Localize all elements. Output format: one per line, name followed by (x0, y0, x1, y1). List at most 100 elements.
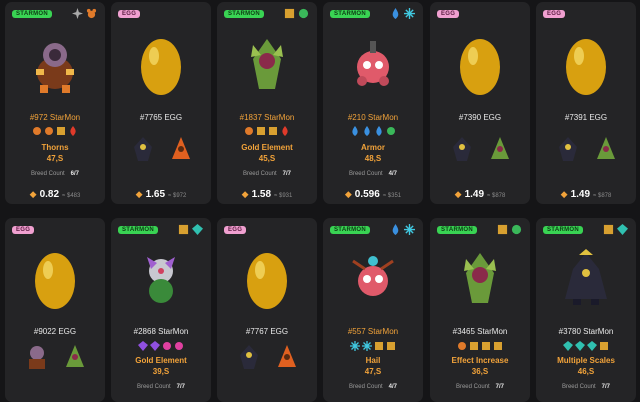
parents (217, 343, 317, 371)
fire-icon (70, 126, 76, 136)
water-icon (392, 224, 399, 235)
type-badge: EGG (543, 10, 566, 18)
parent-image (172, 137, 190, 159)
gene-chips (5, 126, 105, 136)
gem-icon (192, 224, 203, 235)
monster-image (323, 244, 423, 314)
parent-image (66, 345, 84, 367)
leaf-icon (511, 224, 522, 235)
breed-count: Breed Count 4/7 (348, 171, 398, 177)
cube-icon (603, 224, 614, 235)
listing-card[interactable]: STARMON #972 StarMon Thorns 47,S Breed C… (5, 2, 105, 204)
parent-image (29, 346, 45, 369)
gene-chips (217, 126, 317, 136)
element-icons (390, 8, 415, 19)
listing-card[interactable]: EGG #7390 EGG ◆ 1.49 ≈ $878 (430, 2, 530, 204)
gene-chips (111, 341, 211, 351)
beast-icon (45, 127, 53, 135)
gem-icon (150, 341, 160, 351)
monster-image (430, 244, 530, 314)
egg-image (430, 30, 530, 100)
cube-icon (600, 342, 608, 350)
cube-icon (57, 127, 65, 135)
listing-title: #1837 StarMon (239, 113, 295, 122)
price: ◆ 0.596 ≈ $351 (344, 189, 402, 200)
type-badge: STARMON (330, 226, 370, 234)
cube-icon (387, 342, 395, 350)
token-icon: ◆ (135, 189, 143, 199)
breed-count: Breed Count 6/7 (30, 171, 80, 177)
price: ◆ 1.58 ≈ $931 (241, 189, 293, 200)
token-icon: ◆ (560, 189, 568, 199)
listing-card[interactable]: STARMON #2868 StarMon Gold Element 39,S … (111, 218, 211, 402)
breed-count: Breed Count 7/7 (455, 384, 505, 390)
element-icons (390, 224, 415, 235)
egg-image (536, 30, 636, 100)
leaf-icon (387, 127, 395, 135)
type-badge: STARMON (437, 226, 477, 234)
token-icon: ◆ (454, 189, 462, 199)
cube-icon (178, 224, 189, 235)
type-badge: STARMON (543, 226, 583, 234)
breed-count: Breed Count 7/7 (561, 384, 611, 390)
gene-chips (323, 126, 423, 136)
listing-card[interactable]: STARMON #557 StarMon Hail 47,S Breed Cou… (323, 218, 423, 402)
cube-icon (494, 342, 502, 350)
breed-count: Breed Count 7/7 (242, 171, 292, 177)
flower-icon (175, 342, 183, 350)
water-icon (376, 126, 382, 136)
listing-card[interactable]: STARMON #1837 StarMon Gold Element 45,S … (217, 2, 317, 204)
type-badge: EGG (224, 226, 247, 234)
element-icons (72, 8, 97, 19)
type-badge: STARMON (330, 10, 370, 18)
speed-value: 39,S (152, 367, 170, 376)
monster-image (111, 244, 211, 314)
speed-value: 36,S (471, 367, 489, 376)
listing-card[interactable]: EGG #9022 EGG (5, 218, 105, 402)
listing-title: #7390 EGG (458, 113, 502, 122)
parents (536, 135, 636, 163)
parent-image (134, 137, 152, 161)
water-icon (352, 126, 358, 136)
parents (430, 135, 530, 163)
ability-name: Effect Increase (451, 356, 509, 365)
listing-title: #3780 StarMon (558, 327, 614, 336)
gene-chips (536, 341, 636, 351)
gem-icon (563, 341, 573, 351)
listing-card[interactable]: EGG #7765 EGG ◆ 1.65 ≈ $972 (111, 2, 211, 204)
listing-title: #2868 StarMon (133, 327, 189, 336)
cube-icon (375, 342, 383, 350)
type-badge: STARMON (12, 10, 52, 18)
breed-count: Breed Count 4/7 (348, 384, 398, 390)
listing-card[interactable]: EGG #7767 EGG (217, 218, 317, 402)
water-icon (392, 8, 399, 19)
star-icon (72, 8, 83, 19)
monster-image (217, 30, 317, 100)
parent-image (453, 137, 471, 161)
token-icon: ◆ (29, 189, 37, 199)
snow-icon (404, 224, 415, 235)
speed-value: 45,S (258, 154, 276, 163)
monster-image (536, 244, 636, 314)
monster-image (323, 30, 423, 100)
parents (5, 343, 105, 371)
parent-image (491, 137, 509, 159)
listing-card[interactable]: EGG #7391 EGG ◆ 1.49 ≈ $878 (536, 2, 636, 204)
listing-card[interactable]: STARMON #210 StarMon Armor 48,S Breed Co… (323, 2, 423, 204)
price: ◆ 1.49 ≈ $878 (454, 189, 506, 200)
parents (111, 135, 211, 163)
price: ◆ 1.65 ≈ $972 (135, 189, 187, 200)
ability-name: Gold Element (135, 356, 187, 365)
parent-image (278, 345, 296, 367)
water-icon (364, 126, 370, 136)
marketplace-grid: STARMON #972 StarMon Thorns 47,S Breed C… (0, 0, 640, 402)
listing-card[interactable]: STARMON #3465 StarMon Effect Increase 36… (430, 218, 530, 402)
beast-icon (33, 127, 41, 135)
gene-chips (323, 341, 423, 351)
snow-icon (404, 8, 415, 19)
listing-card[interactable]: STARMON #3780 StarMon Multiple Scales 46… (536, 218, 636, 402)
leaf-icon (298, 8, 309, 19)
parent-image (597, 137, 615, 159)
token-icon: ◆ (344, 189, 352, 199)
beast-icon (245, 127, 253, 135)
